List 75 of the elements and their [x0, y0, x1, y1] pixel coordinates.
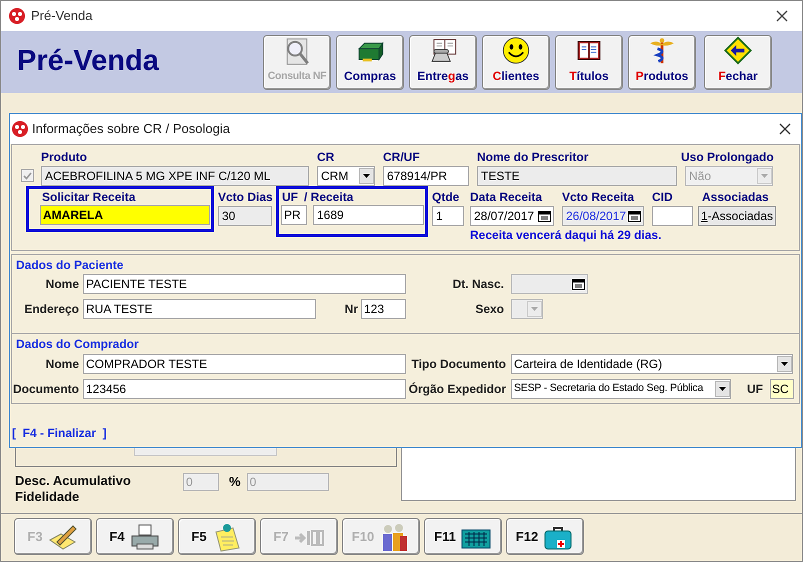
field-label: / Receita	[304, 190, 354, 204]
discount-label: Desc. Acumulativo Fidelidade	[15, 473, 132, 505]
prescriber-field[interactable]: TESTE	[477, 166, 677, 186]
state-field[interactable]: SC	[770, 379, 794, 399]
field-label: Solicitar Receita	[42, 190, 136, 204]
field-label: Nome	[44, 276, 79, 293]
associated-button[interactable]: 1-Associadas	[698, 206, 776, 226]
document-field[interactable]: 123456	[83, 379, 406, 399]
field-label: CID	[652, 190, 674, 204]
expiry-message: Receita vencerá daqui há 29 dias.	[470, 228, 662, 242]
field-label: Tipo Documento	[410, 356, 506, 373]
birth-date-field[interactable]	[511, 274, 588, 294]
close-icon[interactable]	[776, 10, 788, 22]
buyer-name-field[interactable]: COMPRADOR TESTE	[83, 354, 406, 374]
state-field[interactable]: PR	[281, 205, 307, 225]
cid-field[interactable]	[652, 206, 693, 226]
field-label: Produto	[41, 150, 88, 164]
back-arrow-icon	[722, 36, 754, 64]
number-field[interactable]: 123	[361, 299, 406, 319]
close-icon[interactable]	[779, 123, 791, 135]
toolbar-button[interactable]: Clientes	[482, 34, 550, 90]
function-key-button[interactable]: F5	[178, 518, 256, 555]
field-label: Nr	[344, 301, 358, 318]
section-title: Dados do Paciente	[16, 258, 124, 272]
toolbar-button[interactable]: Títulos	[555, 34, 623, 90]
date-field[interactable]: 26/08/2017	[562, 206, 644, 226]
app-logo-icon	[9, 8, 25, 24]
field-label: Nome	[44, 356, 79, 373]
document-type-select[interactable]: Carteira de Identidade (RG)	[511, 354, 793, 374]
toolbar-button[interactable]: Fechar	[704, 34, 772, 90]
function-key-button[interactable]: F12	[506, 518, 584, 555]
field-label: CR	[317, 150, 336, 164]
field-label: Vcto Receita	[562, 190, 636, 204]
calendar-icon[interactable]	[572, 278, 585, 290]
cr-select[interactable]: CRM	[317, 166, 375, 186]
page-title: Pré-Venda	[17, 44, 159, 80]
date-field[interactable]: 28/07/2017	[470, 206, 554, 226]
field-label: Uso Prolongado	[681, 150, 773, 164]
expiry-days-field[interactable]: 30	[218, 206, 272, 226]
calendar-icon[interactable]	[628, 210, 641, 222]
calendar-icon[interactable]	[538, 210, 551, 222]
cr-uf-field[interactable]: 678914/PR	[383, 166, 469, 186]
finalize-link[interactable]: [ F4 - Finalizar ]	[12, 424, 107, 442]
quantity-field[interactable]: 1	[432, 206, 464, 226]
field-label: Qtde	[432, 190, 460, 204]
field-label: Nome do Prescritor	[477, 150, 590, 164]
prescription-type-field[interactable]: AMARELA	[40, 205, 210, 225]
prescription-number-field[interactable]: 1689	[313, 205, 424, 225]
address-field[interactable]: RUA TESTE	[83, 299, 316, 319]
field-label: CR/UF	[383, 150, 421, 164]
field-label: Dt. Nasc.	[452, 276, 504, 293]
patient-name-field[interactable]: PACIENTE TESTE	[83, 274, 406, 294]
window-title: Pré-Venda	[31, 7, 92, 26]
product-field[interactable]: ACEBROFILINA 5 MG XPE INF C/120 ML	[41, 166, 309, 186]
issuer-select[interactable]: SESP - Secretaria do Estado Seg. Pública	[511, 379, 731, 399]
field-label: Documento	[12, 381, 79, 398]
printer-icon	[128, 522, 161, 552]
field-label: UF	[746, 381, 763, 398]
field-label: Data Receita	[470, 190, 544, 204]
section-title: Dados do Comprador	[16, 337, 140, 351]
checkbox[interactable]	[21, 169, 34, 182]
field-label: Associadas	[702, 190, 770, 204]
toolbar-button[interactable]: Compras	[336, 34, 404, 90]
field-label: Sexo	[474, 301, 504, 318]
toolbar-button[interactable]: Entregas	[409, 34, 477, 90]
percent-sign: %	[229, 473, 241, 491]
toolbar-button[interactable]: Produtos	[628, 34, 696, 90]
field-label: Vcto Dias	[218, 190, 274, 204]
function-key-button[interactable]: F4	[96, 518, 174, 555]
dialog-title: Informações sobre CR / Posologia	[32, 120, 230, 138]
field-label: Endereço	[23, 301, 79, 318]
function-key-button[interactable]: F11	[424, 518, 502, 555]
field-label: Órgão Expedidor	[408, 381, 506, 398]
smiley-icon	[500, 36, 532, 64]
field-label: UF	[282, 190, 298, 204]
